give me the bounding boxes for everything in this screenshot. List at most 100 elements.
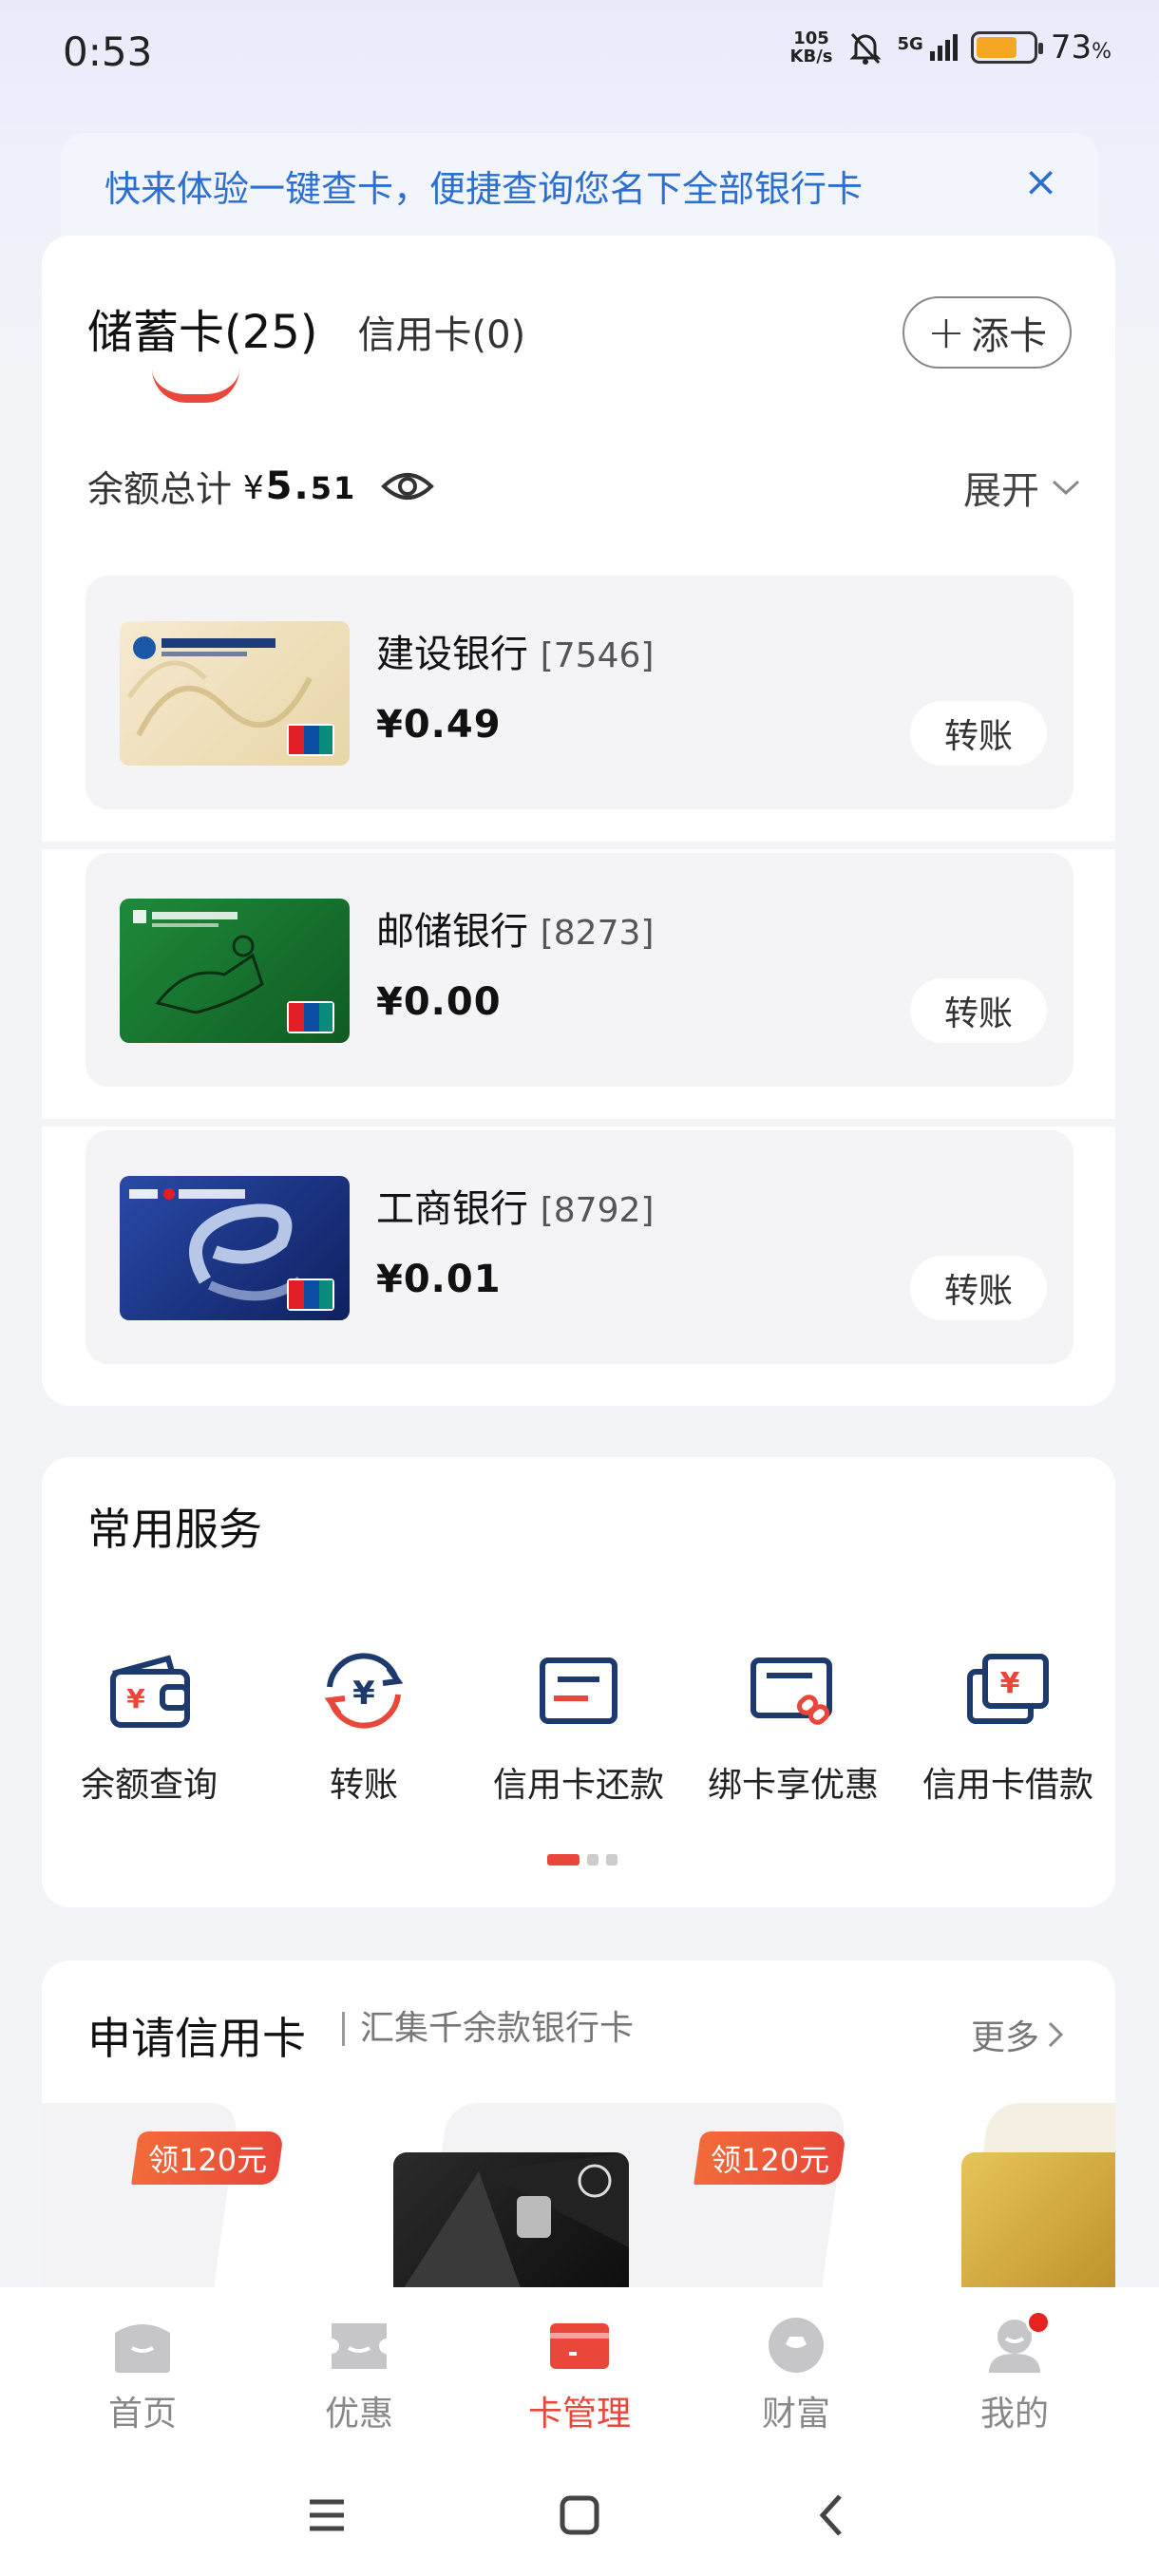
service-bind-card[interactable]: 绑卡享优惠 (686, 1645, 901, 1807)
signal-bar-icon (929, 51, 935, 61)
nav-wealth[interactable]: 财富 (720, 2316, 872, 2435)
service-label: 转账 (329, 1766, 398, 1805)
psbc-card-image (120, 899, 350, 1043)
ccb-card-art (126, 636, 334, 756)
card-loan-icon: ¥ (967, 1654, 1049, 1724)
nav-home[interactable]: 首页 (66, 2316, 218, 2435)
battery-percent: 73% (1050, 28, 1112, 66)
card-tabs: 储蓄卡(25) 信用卡(0) (87, 294, 525, 361)
signal-bar-icon (944, 40, 950, 61)
add-card-button[interactable]: + 添卡 (902, 296, 1072, 369)
black-card-art (394, 2152, 629, 2302)
card-section: 储蓄卡(25) 信用卡(0) + 添卡 余额总计 ¥5.51 展开 建设银行 [… (0, 236, 1159, 1406)
notification-dot (1026, 2310, 1051, 2335)
common-services: 常用服务 ¥ 余额查询 ¥ 转账 信用卡还款 绑卡享优惠 ¥ 信用卡借款 (42, 1457, 1115, 1907)
nav-offers[interactable]: 优惠 (283, 2316, 435, 2435)
icbc-card-art (129, 1188, 334, 1311)
page-dot-active (547, 1854, 580, 1866)
network-speed: 105 KB/s (789, 28, 833, 66)
apply-subtitle: 汇集千余款银行卡 (342, 2012, 634, 2046)
wallet-icon: ¥ (110, 1655, 190, 1728)
coupon-icon (332, 2323, 387, 2369)
svg-text:¥: ¥ (1000, 1667, 1020, 1700)
chevron-down-icon (1052, 480, 1080, 496)
icbc-card-image (120, 1176, 350, 1320)
balance-label: 余额总计 (87, 468, 233, 510)
apply-title: 申请信用卡 (87, 2013, 306, 2064)
bank-card-item[interactable]: 建设银行 [7546] ¥0.49 转账 (86, 576, 1074, 809)
service-label: 余额查询 (80, 1766, 218, 1805)
promo-badge: 领120元 (131, 2131, 285, 2185)
chevron-right-icon (1048, 2021, 1064, 2048)
signal-indicator: 5G (898, 34, 958, 61)
quick-check-banner[interactable]: 快来体验一键查卡，便捷查询您名下全部银行卡 × (61, 133, 1098, 247)
card-repay-icon (540, 1657, 618, 1724)
psbc-card-art (133, 910, 334, 1033)
transfer-icon: ¥ (324, 1653, 404, 1729)
bank-name: 工商银行 [8792] (376, 1187, 655, 1231)
service-label: 信用卡借款 (922, 1766, 1093, 1805)
card-balance: ¥0.01 (376, 1258, 502, 1301)
apply-credit-card-section: 申请信用卡 汇集千余款银行卡 更多 领120元 领120元 (42, 1960, 1115, 2302)
page-dot (606, 1854, 618, 1866)
transfer-button[interactable]: 转账 (910, 701, 1047, 766)
page-indicator (547, 1854, 618, 1866)
battery-fill (976, 37, 1017, 58)
menu-icon[interactable] (298, 2487, 355, 2544)
add-card-label: 添卡 (971, 314, 1048, 358)
eye-icon[interactable] (381, 467, 435, 505)
expand-label: 展开 (963, 469, 1039, 513)
bottom-navigation: 首页 优惠 卡管理 财富 我的 (0, 2287, 1159, 2451)
bank-card-item[interactable]: 邮储银行 [8273] ¥0.00 转账 (86, 853, 1074, 1087)
home-icon (115, 2324, 170, 2373)
system-navigation-bar (0, 2451, 1159, 2576)
bank-card-item[interactable]: 工商银行 [8792] ¥0.01 转账 (86, 1130, 1074, 1364)
nav-card-management[interactable]: 卡管理 (504, 2316, 656, 2435)
status-time: 0:53 (63, 28, 153, 75)
service-transfer[interactable]: ¥ 转账 (256, 1645, 471, 1807)
ccb-card-image (120, 621, 350, 766)
service-credit-loan[interactable]: ¥ 信用卡借款 (901, 1645, 1115, 1807)
battery-icon (970, 31, 1043, 64)
balance-amount: ¥5.51 (243, 464, 357, 508)
service-label: 信用卡还款 (492, 1766, 664, 1805)
service-label: 绑卡享优惠 (707, 1766, 879, 1805)
status-bar: 0:53 105 KB/s 5G 73% (0, 0, 1159, 106)
close-icon[interactable]: × (1023, 158, 1058, 206)
wealth-icon (769, 2318, 824, 2373)
bank-name: 邮储银行 [8273] (376, 910, 655, 954)
signal-bar-icon (952, 34, 958, 61)
tab-debit-cards[interactable]: 储蓄卡(25) (87, 294, 318, 361)
credit-card-image[interactable] (961, 2152, 1115, 2302)
credit-card-image[interactable] (393, 2152, 629, 2302)
more-link[interactable]: 更多 (971, 2010, 1064, 2059)
bank-name: 建设银行 [7546] (376, 633, 655, 676)
services-title: 常用服务 (87, 1504, 262, 1555)
expand-button[interactable]: 展开 (963, 460, 1081, 515)
page-dot (587, 1854, 598, 1866)
divider (0, 1119, 1159, 1127)
balance-total: 余额总计 ¥5.51 (87, 460, 435, 512)
banner-text: 快来体验一键查卡，便捷查询您名下全部银行卡 (104, 168, 864, 210)
card-icon (550, 2323, 609, 2369)
card-balance: ¥0.49 (376, 703, 502, 747)
home-square-icon[interactable] (551, 2487, 608, 2544)
mute-bell-icon (848, 32, 882, 65)
nav-profile[interactable]: 我的 (939, 2310, 1091, 2435)
plus-icon: + (926, 306, 966, 359)
service-credit-repay[interactable]: 信用卡还款 (471, 1645, 686, 1807)
signal-bar-icon (937, 46, 942, 61)
bind-card-icon (750, 1657, 832, 1725)
active-tab-indicator (152, 369, 239, 403)
divider (0, 842, 1159, 849)
card-balance: ¥0.00 (376, 980, 502, 1024)
promo-badge: 领120元 (694, 2131, 847, 2185)
back-icon[interactable] (804, 2487, 861, 2544)
tab-credit-cards[interactable]: 信用卡(0) (358, 304, 526, 359)
svg-text:¥: ¥ (126, 1683, 145, 1714)
transfer-button[interactable]: 转账 (910, 1256, 1047, 1320)
status-icons: 105 KB/s 5G 73% (790, 28, 1112, 66)
svg-text:¥: ¥ (352, 1675, 375, 1713)
transfer-button[interactable]: 转账 (910, 978, 1047, 1043)
service-balance-query[interactable]: ¥ 余额查询 (42, 1645, 256, 1807)
